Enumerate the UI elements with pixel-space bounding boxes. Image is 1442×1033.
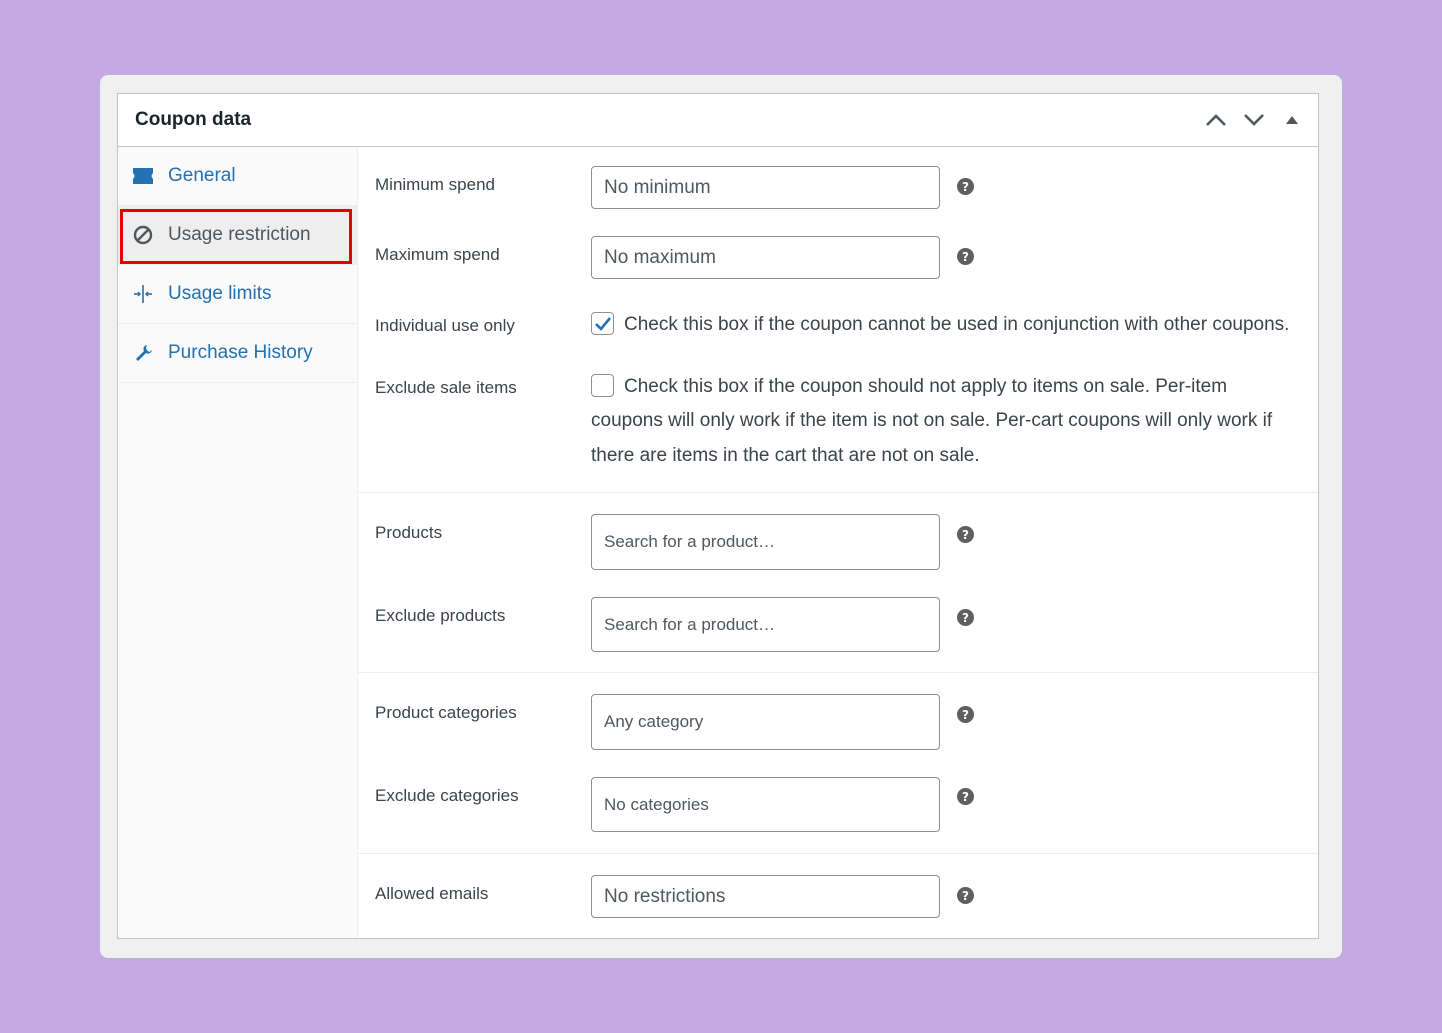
exclude-products-search-input[interactable]: Search for a product… xyxy=(591,597,940,652)
individual-use-description: Check this box if the coupon cannot be u… xyxy=(624,314,1290,335)
maximum-spend-input[interactable]: No maximum xyxy=(591,236,940,279)
tab-usage-limits-label: Usage limits xyxy=(168,283,272,304)
chevron-up-icon xyxy=(1206,114,1226,126)
minimum-spend-label: Minimum spend xyxy=(375,175,495,194)
exclude-sale-label: Exclude sale items xyxy=(375,378,517,397)
spend-section: Minimum spend No minimum ? Maximum spend… xyxy=(358,147,1318,493)
product-categories-label: Product categories xyxy=(375,703,517,722)
coupon-panel-body: General Usage restriction Usage limits P… xyxy=(118,147,1318,938)
allowed-emails-label: Allowed emails xyxy=(375,884,489,903)
help-icon[interactable]: ? xyxy=(957,706,974,723)
tab-general[interactable]: General xyxy=(118,147,357,206)
products-label: Products xyxy=(375,523,443,542)
toggle-panel-button[interactable] xyxy=(1276,106,1308,134)
tab-purchase-history[interactable]: Purchase History xyxy=(118,324,357,383)
product-categories-input[interactable]: Any category xyxy=(591,694,940,750)
usage-restriction-content: Minimum spend No minimum ? Maximum spend… xyxy=(358,147,1318,938)
limits-icon xyxy=(132,283,154,305)
emails-section: Allowed emails No restrictions ? xyxy=(358,854,1318,938)
exclude-sale-description-line2: coupons will only work if the item is no… xyxy=(591,410,1273,431)
exclude-sale-description-line3: there are items in the cart that are not… xyxy=(591,445,980,466)
outer-card: Coupon data General Usage restriction Us… xyxy=(100,75,1342,958)
individual-use-checkbox[interactable] xyxy=(591,312,614,335)
ticket-icon xyxy=(132,165,154,187)
exclude-sale-description-line1: Check this box if the coupon should not … xyxy=(624,376,1228,397)
help-icon[interactable]: ? xyxy=(957,887,974,904)
checkmark-icon xyxy=(594,316,611,331)
tab-usage-restriction[interactable]: Usage restriction xyxy=(118,206,357,265)
coupon-data-panel: Coupon data General Usage restriction Us… xyxy=(117,93,1319,939)
help-icon[interactable]: ? xyxy=(957,178,974,195)
move-down-button[interactable] xyxy=(1238,106,1270,134)
categories-section: Product categories Any category ? Exclud… xyxy=(358,673,1318,854)
move-up-button[interactable] xyxy=(1200,106,1232,134)
tab-general-label: General xyxy=(168,165,236,186)
tab-usage-limits[interactable]: Usage limits xyxy=(118,265,357,324)
help-icon[interactable]: ? xyxy=(957,788,974,805)
exclude-categories-input[interactable]: No categories xyxy=(591,777,940,832)
chevron-down-icon xyxy=(1244,114,1264,126)
help-icon[interactable]: ? xyxy=(957,609,974,626)
wrench-icon xyxy=(132,342,154,364)
ban-icon xyxy=(132,224,154,246)
products-section: Products Search for a product… ? Exclude… xyxy=(358,493,1318,673)
maximum-spend-label: Maximum spend xyxy=(375,245,500,264)
help-icon[interactable]: ? xyxy=(957,526,974,543)
minimum-spend-input[interactable]: No minimum xyxy=(591,166,940,209)
exclude-categories-label: Exclude categories xyxy=(375,786,519,805)
tab-usage-restriction-label: Usage restriction xyxy=(168,224,311,245)
help-icon[interactable]: ? xyxy=(957,248,974,265)
panel-header: Coupon data xyxy=(118,94,1318,147)
products-search-input[interactable]: Search for a product… xyxy=(591,514,940,570)
panel-title: Coupon data xyxy=(135,109,252,130)
exclude-products-label: Exclude products xyxy=(375,606,506,625)
exclude-sale-checkbox[interactable] xyxy=(591,374,614,397)
coupon-tabs: General Usage restriction Usage limits P… xyxy=(118,147,358,938)
triangle-up-icon xyxy=(1286,116,1298,124)
allowed-emails-input[interactable]: No restrictions xyxy=(591,875,940,918)
header-controls xyxy=(1200,106,1308,134)
tab-purchase-history-label: Purchase History xyxy=(168,342,313,363)
individual-use-label: Individual use only xyxy=(375,316,515,335)
